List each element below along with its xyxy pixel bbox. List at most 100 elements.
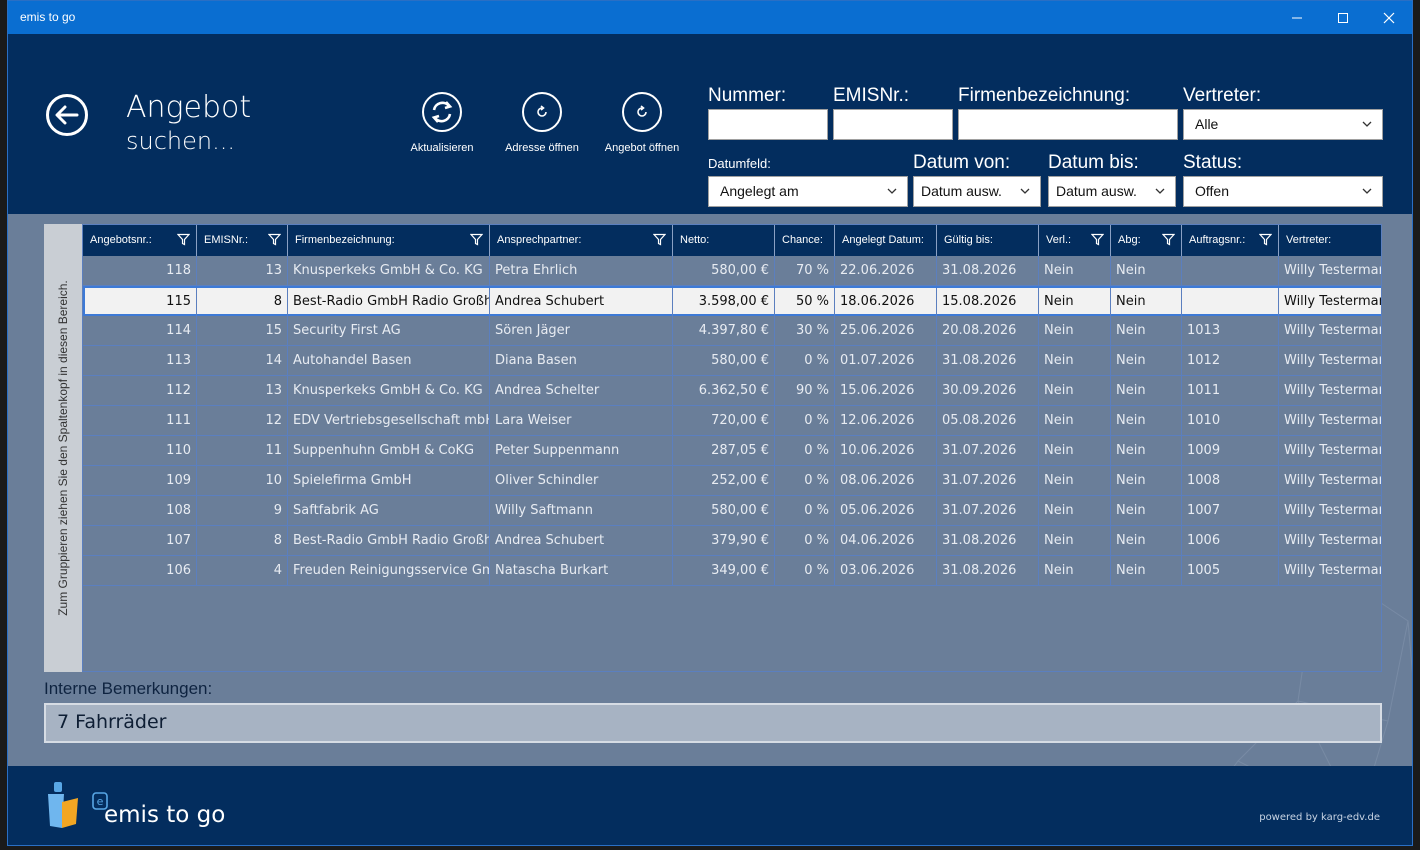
table-row[interactable]: 111 12 EDV Vertriebsgesellschaft mbH Lara W…: [83, 406, 1381, 436]
cell-emisnr: 4: [197, 556, 288, 585]
column-header-ansprechpartner[interactable]: Ansprechpartner:: [490, 225, 673, 256]
column-header-label: Auftragsnr.:: [1189, 234, 1246, 246]
maximize-button[interactable]: [1320, 1, 1366, 34]
cell-netto: 6.362,50 €: [673, 376, 775, 405]
column-header-gueltig-bis[interactable]: Gültig bis:: [937, 225, 1039, 256]
title-bar: emis to go: [8, 1, 1412, 34]
table-row[interactable]: 112 13 Knusperkeks GmbH & Co. KG Andrea Sch…: [83, 376, 1381, 406]
cell-chance: 50 %: [775, 288, 835, 317]
column-header-verl[interactable]: Verl.:: [1039, 225, 1111, 256]
datum-von-picker[interactable]: Datum ausw.: [913, 176, 1041, 207]
column-header-auftragsnr[interactable]: Auftragsnr.:: [1182, 225, 1279, 256]
nummer-input[interactable]: [708, 109, 828, 140]
cell-gueltig-bis: 31.07.2026: [937, 496, 1039, 525]
cell-firmenbezeichnung: Freuden Reinigungsservice GmbH: [288, 556, 490, 585]
cell-gueltig-bis: 31.08.2026: [937, 556, 1039, 585]
column-header-label: Firmenbezeichnung:: [295, 234, 395, 246]
cell-firmenbezeichnung: Saftfabrik AG: [288, 496, 490, 525]
datumfeld-select-value: Angelegt am: [720, 183, 799, 199]
cell-chance: 90 %: [775, 376, 835, 405]
cell-chance: 0 %: [775, 406, 835, 435]
open-address-button[interactable]: Adresse öffnen: [492, 92, 592, 154]
datumfeld-select[interactable]: Angelegt am: [708, 176, 908, 207]
powered-by: powered by karg-edv.de: [1259, 812, 1380, 823]
table-row[interactable]: 1064Freuden Reinigungsservice GmbHNatasc…: [83, 556, 1381, 586]
grid-header: Angebotsnr.: EMISNr.: Firmenbezeichnung: An…: [83, 225, 1381, 256]
cell-vertreter: Willy Testermann: [1279, 376, 1381, 405]
cell-auftragsnr: 1009: [1182, 436, 1279, 465]
cell-verl: Nein: [1039, 288, 1111, 317]
table-row[interactable]: 118 13 Knusperkeks GmbH & Co. KG Petra Ehrl…: [83, 256, 1381, 286]
filter-icon[interactable]: [177, 233, 190, 246]
cell-abg: Nein: [1111, 496, 1182, 525]
column-header-angebotsnr[interactable]: Angebotsnr.:: [83, 225, 197, 256]
cell-emisnr: 13: [197, 256, 288, 285]
table-row[interactable]: 110 11 Suppenhuhn GmbH & CoKG Peter Suppenm…: [83, 436, 1381, 466]
back-button[interactable]: [46, 94, 88, 136]
cell-gueltig-bis: 20.08.2026: [937, 316, 1039, 345]
filter-icon[interactable]: [653, 233, 666, 246]
cell-verl: Nein: [1039, 496, 1111, 525]
filter-icon[interactable]: [1162, 233, 1175, 246]
table-row[interactable]: 1158Best-Radio GmbH Radio GroßhandelAndr…: [83, 286, 1381, 317]
firmenbezeichnung-input[interactable]: [958, 109, 1178, 140]
column-header-abg[interactable]: Abg:: [1111, 225, 1182, 256]
column-header-label: Verl.:: [1046, 234, 1072, 246]
filter-icon[interactable]: [1259, 233, 1272, 246]
table-row[interactable]: 113 14 Autohandel Basen Diana Basen 580,00 €…: [83, 346, 1381, 376]
status-select[interactable]: Offen: [1183, 176, 1383, 207]
notes-field[interactable]: 7 Fahrräder: [44, 703, 1382, 743]
column-header-netto[interactable]: Netto:: [673, 225, 775, 256]
cell-firmenbezeichnung: EDV Vertriebsgesellschaft mbH: [288, 406, 490, 435]
column-header-emisnr[interactable]: EMISNr.:: [197, 225, 288, 256]
chevron-down-icon: [1155, 188, 1165, 194]
minimize-button[interactable]: [1274, 1, 1320, 34]
cell-angelegt-datum: 15.06.2026: [835, 376, 937, 405]
page-title-line2: suchen...: [126, 127, 235, 155]
column-header-chance[interactable]: Chance:: [775, 225, 835, 256]
cell-gueltig-bis: 31.08.2026: [937, 526, 1039, 555]
cell-verl: Nein: [1039, 436, 1111, 465]
close-icon: [1383, 12, 1395, 23]
table-row[interactable]: 1078Best-Radio GmbH Radio GroßhandelAndr…: [83, 526, 1381, 556]
cell-ansprechpartner: Natascha Burkart: [490, 556, 673, 585]
emisnr-input[interactable]: [833, 109, 953, 140]
datum-bis-picker[interactable]: Datum ausw.: [1048, 176, 1176, 207]
column-header-vertreter[interactable]: Vertreter:: [1279, 225, 1381, 256]
cell-auftragsnr: [1182, 256, 1279, 285]
cell-angebotsnr: 112: [83, 376, 197, 405]
cell-verl: Nein: [1039, 466, 1111, 495]
table-row[interactable]: 109 10 Spielefirma GmbH Oliver Schindler 252…: [83, 466, 1381, 496]
cell-chance: 0 %: [775, 496, 835, 525]
cell-ansprechpartner: Andrea Schubert: [490, 526, 673, 555]
column-header-angelegt-datum[interactable]: Angelegt Datum:: [835, 225, 937, 256]
nummer-label: Nummer:: [708, 85, 787, 106]
vertreter-select[interactable]: Alle: [1183, 109, 1383, 140]
column-header-firmenbezeichnung[interactable]: Firmenbezeichnung:: [288, 225, 490, 256]
table-row[interactable]: 114 15 Security First AG Sören Jäger 4.397,8…: [83, 316, 1381, 346]
cell-gueltig-bis: 31.08.2026: [937, 346, 1039, 375]
open-offer-button-label: Angebot öffnen: [604, 142, 680, 154]
column-header-label: Abg:: [1118, 234, 1141, 246]
refresh-button[interactable]: Aktualisieren: [392, 92, 492, 154]
group-panel[interactable]: Zum Gruppieren ziehen Sie den Spaltenkop…: [44, 224, 82, 672]
cell-verl: Nein: [1039, 346, 1111, 375]
cell-angebotsnr: 113: [83, 346, 197, 375]
cell-firmenbezeichnung: Security First AG: [288, 316, 490, 345]
cell-vertreter: Willy Testermann: [1279, 436, 1381, 465]
cell-verl: Nein: [1039, 316, 1111, 345]
cell-angebotsnr: 115: [83, 288, 197, 317]
column-header-label: Ansprechpartner:: [497, 234, 582, 246]
firmenbezeichnung-label: Firmenbezeichnung:: [958, 85, 1131, 106]
cell-abg: Nein: [1111, 436, 1182, 465]
filter-icon[interactable]: [268, 233, 281, 246]
filter-icon[interactable]: [1091, 233, 1104, 246]
cell-vertreter: Willy Testermann: [1279, 526, 1381, 555]
filter-icon[interactable]: [470, 233, 483, 246]
datum-von-value: Datum ausw.: [921, 183, 1002, 199]
table-row[interactable]: 108 9 Saftfabrik AG Willy Saftmann 580,00 €0…: [83, 496, 1381, 526]
column-header-label: Vertreter:: [1286, 234, 1332, 246]
open-offer-button[interactable]: Angebot öffnen: [592, 92, 692, 154]
close-button[interactable]: [1366, 1, 1412, 34]
cell-angebotsnr: 111: [83, 406, 197, 435]
